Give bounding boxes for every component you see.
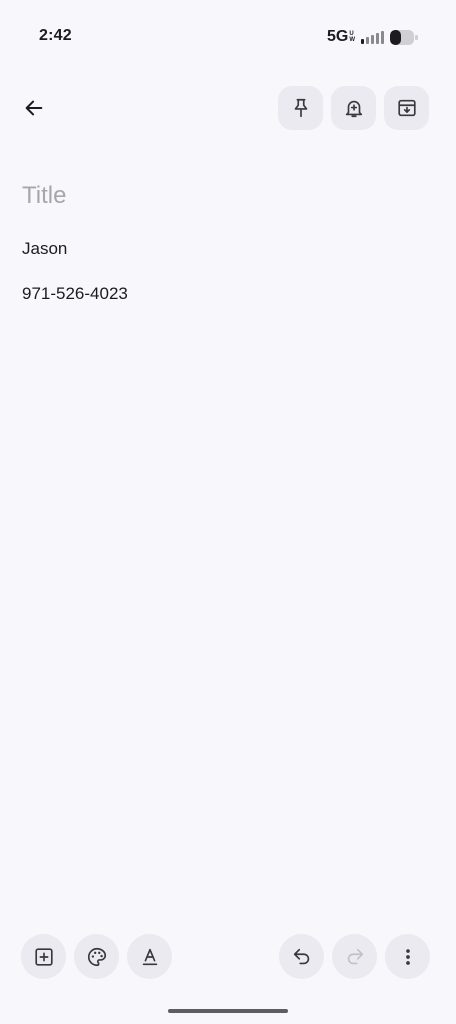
network-subtype: U W [349,31,355,43]
undo-icon [293,948,309,964]
status-indicators: 5G U W [327,26,418,48]
bottom-right-actions [279,934,430,979]
network-indicator: 5G U W [327,28,355,46]
note-body[interactable]: Jason 971-526-4023 [22,237,432,327]
arrow-left-icon [25,100,43,116]
battery-fill [390,29,401,45]
status-time: 2:42 [39,27,72,44]
reminder-button[interactable] [331,86,376,130]
note-line-name[interactable]: Jason [22,237,432,261]
status-bar: 2:42 5G U W [0,0,456,72]
redo-icon [347,948,363,964]
redo-button[interactable] [332,934,377,979]
more-vert-icon [405,948,410,965]
pin-button[interactable] [278,86,323,130]
note-actions [278,86,429,130]
text-format-icon [142,948,157,965]
background-options-button[interactable] [74,934,119,979]
more-options-button[interactable] [385,934,430,979]
signal-strength-icon [361,30,384,44]
undo-button[interactable] [279,934,324,979]
add-button[interactable] [21,934,66,979]
network-subtype-bottom: W [349,37,355,43]
network-type: 5G [326,28,349,45]
battery-icon [390,29,418,45]
palette-icon [87,947,106,966]
bottom-left-actions [21,934,172,979]
add-box-icon [34,947,53,966]
bell-plus-icon [345,100,362,118]
archive-icon [397,99,416,117]
pin-icon [294,98,307,118]
title-input[interactable] [22,178,432,214]
home-indicator[interactable] [168,1009,288,1013]
text-format-button[interactable] [127,934,172,979]
note-line-phone[interactable]: 971-526-4023 [22,282,432,306]
archive-button[interactable] [384,86,429,130]
back-button[interactable] [12,86,56,130]
